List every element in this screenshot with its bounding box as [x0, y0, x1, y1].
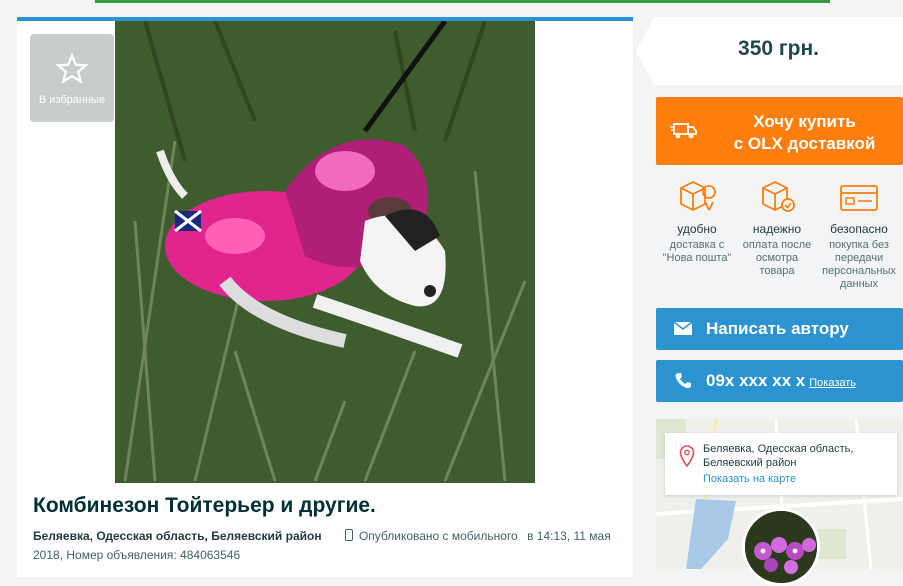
mobile-icon [344, 529, 353, 541]
feature-reliable: надежно оплата после осмотра товара [738, 178, 816, 278]
card-icon [840, 185, 878, 211]
add-to-favorites-button[interactable]: В избранные [30, 34, 114, 122]
write-to-author-button[interactable]: Написать автору [656, 308, 903, 350]
buy-with-delivery-button[interactable]: Хочу купить с OLX доставкой [656, 97, 903, 165]
envelope-icon [674, 322, 692, 335]
seller-avatar[interactable] [742, 508, 820, 586]
feature-safe: безопасно покупка без передачи персональ… [820, 178, 898, 291]
delivery-features: удобно доставка с "Нова пошта" надежно о… [656, 178, 903, 296]
star-icon [55, 52, 89, 84]
dog-photo-image [115, 21, 535, 483]
map-location-card: Беляевка, Одесская область, Беляевский р… [665, 433, 897, 495]
price: 350 грн. [738, 37, 819, 60]
ad-photo[interactable] [115, 21, 535, 483]
show-phone-button[interactable]: 09x xxx xx x Показать [656, 360, 903, 402]
top-banner[interactable] [95, 0, 830, 3]
show-phone-link[interactable]: Показать [809, 377, 856, 389]
feature-convenient: удобно доставка с "Нова пошта" [658, 178, 736, 265]
published-label: Опубликовано с мобильного [358, 529, 518, 543]
box-location-icon [680, 180, 716, 212]
feature-title: надежно [752, 222, 802, 236]
location-pin-icon [679, 445, 695, 467]
show-on-map-link[interactable]: Показать на карте [703, 473, 796, 485]
avatar-flowers-image [745, 511, 817, 583]
buy-line1: Хочу купить [753, 112, 856, 131]
price-box: 350 грн. [636, 17, 903, 85]
buy-line2: с OLX доставкой [733, 134, 876, 153]
phone-icon [675, 373, 691, 389]
feature-desc: оплата после осмотра товара [742, 239, 812, 277]
feature-title: безопасно [830, 222, 888, 236]
map-address: Беляевка, Одесская область, Беляевский р… [703, 443, 854, 469]
feature-desc: покупка без передачи персональных данных [822, 239, 896, 290]
ad-title: Комбинезон Тойтерьер и другие. [33, 494, 376, 517]
box-check-icon [762, 180, 795, 212]
truck-icon [670, 123, 697, 139]
ad-location[interactable]: Беляевка, Одесская область, Беляевский р… [33, 529, 322, 543]
favorites-label: В избранные [38, 94, 106, 106]
ad-meta: Беляевка, Одесская область, Беляевский р… [33, 527, 623, 565]
feature-desc: доставка с "Нова пошта" [662, 239, 732, 264]
feature-title: удобно [677, 222, 717, 236]
phone-number: 09x xxx xx x [706, 371, 806, 390]
write-label: Написать автору [706, 319, 849, 338]
